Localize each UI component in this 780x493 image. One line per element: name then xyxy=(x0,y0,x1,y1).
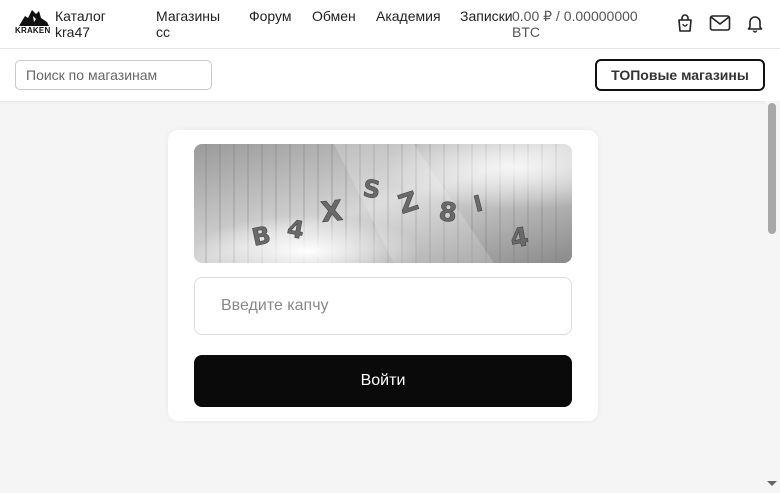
bag-icon xyxy=(678,14,692,32)
mail-icon xyxy=(709,15,731,31)
svg-text:X: X xyxy=(319,194,344,229)
svg-text:8: 8 xyxy=(437,197,458,229)
nav-forum[interactable]: Форум xyxy=(249,8,292,24)
captcha-login-card: B 4 X S Z 8 I 4 Войти xyxy=(168,130,598,421)
wallet-balance: 0.00 ₽ / 0.00000000 BTC xyxy=(512,8,638,40)
notifications-button[interactable] xyxy=(744,12,766,34)
nav-shops[interactable]: Магазины cc xyxy=(156,8,236,40)
nav-academy[interactable]: Академия xyxy=(376,8,441,24)
brand-title[interactable]: Каталог kra47 xyxy=(55,8,115,40)
captcha-image: B 4 X S Z 8 I 4 xyxy=(194,144,572,263)
bell-icon xyxy=(747,16,763,33)
shop-search-input[interactable] xyxy=(15,60,212,90)
scrollbar-thumb[interactable] xyxy=(768,103,776,234)
kraken-logo[interactable]: KRAKEN xyxy=(15,8,55,38)
cart-button[interactable] xyxy=(674,12,696,34)
nav-notes[interactable]: Записки xyxy=(460,8,513,24)
top-shops-button[interactable]: ТОПовые магазины xyxy=(595,59,765,91)
messages-button[interactable] xyxy=(709,12,731,34)
logo-text: KRAKEN xyxy=(15,26,51,35)
nav-exchange[interactable]: Обмен xyxy=(312,8,356,24)
captcha-input[interactable] xyxy=(194,277,572,335)
login-button[interactable]: Войти xyxy=(194,355,572,407)
search-bar-row: ТОПовые магазины xyxy=(0,49,780,101)
top-navigation-bar: KRAKEN Каталог kra47 Магазины cc Форум О… xyxy=(0,0,780,49)
scroll-down-arrow-icon[interactable] xyxy=(767,481,777,486)
kraken-logo-icon xyxy=(19,10,49,26)
